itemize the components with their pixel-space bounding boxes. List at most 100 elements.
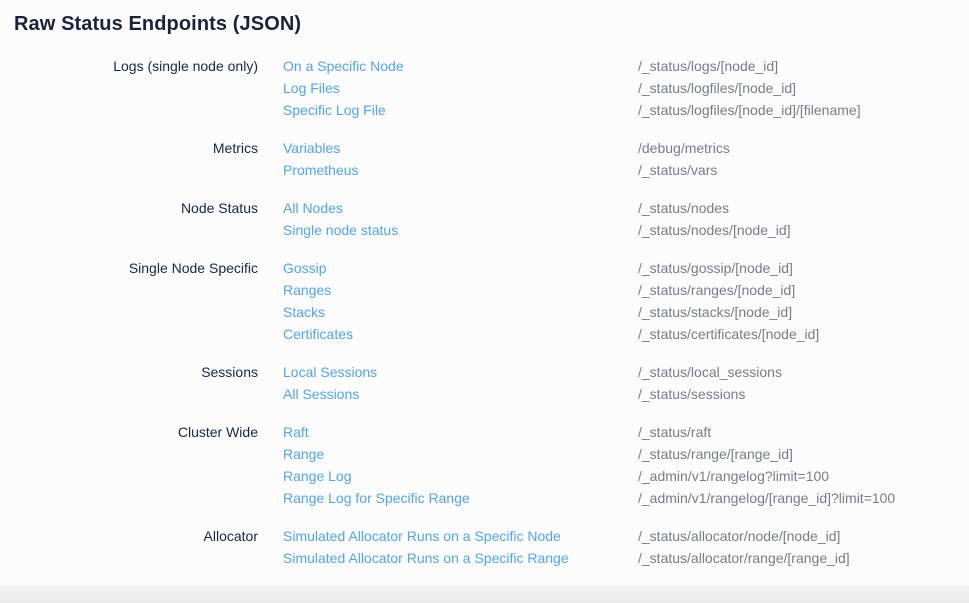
endpoint-path: /_status/gossip/[node_id] — [638, 257, 953, 279]
page-title: Raw Status Endpoints (JSON) — [14, 12, 953, 36]
endpoint-row: Prometheus /_status/vars — [14, 159, 953, 181]
endpoint-link[interactable]: Raft — [283, 424, 309, 440]
endpoint-path: /_status/ranges/[node_id] — [638, 279, 953, 301]
endpoint-link[interactable]: Gossip — [283, 260, 327, 276]
category-label: Cluster Wide — [14, 421, 258, 443]
endpoint-link-cell: Certificates — [258, 323, 638, 345]
endpoint-path: /_admin/v1/rangelog?limit=100 — [638, 465, 953, 487]
endpoint-path: /_status/logfiles/[node_id] — [638, 77, 953, 99]
category-label — [14, 323, 258, 345]
endpoints-table: Logs (single node only) On a Specific No… — [14, 55, 953, 569]
endpoint-group: Node Status All Nodes /_status/nodes Sin… — [14, 197, 953, 241]
endpoint-link[interactable]: Range Log — [283, 468, 352, 484]
endpoint-link-cell: Simulated Allocator Runs on a Specific N… — [258, 525, 638, 547]
endpoint-link[interactable]: Prometheus — [283, 162, 358, 178]
endpoint-link[interactable]: Range Log for Specific Range — [283, 490, 470, 506]
endpoint-link[interactable]: Stacks — [283, 304, 325, 320]
endpoint-link-cell: Raft — [258, 421, 638, 443]
endpoint-path: /_status/logs/[node_id] — [638, 55, 953, 77]
endpoint-path: /_status/logfiles/[node_id]/[filename] — [638, 99, 953, 121]
endpoint-link[interactable]: On a Specific Node — [283, 58, 404, 74]
endpoint-row: Node Status All Nodes /_status/nodes — [14, 197, 953, 219]
category-label — [14, 301, 258, 323]
endpoint-group: Single Node Specific Gossip /_status/gos… — [14, 257, 953, 345]
endpoint-link-cell: Gossip — [258, 257, 638, 279]
endpoint-link-cell: Local Sessions — [258, 361, 638, 383]
endpoint-link-cell: All Nodes — [258, 197, 638, 219]
endpoint-path: /_status/certificates/[node_id] — [638, 323, 953, 345]
category-label: Node Status — [14, 197, 258, 219]
endpoint-link-cell: Prometheus — [258, 159, 638, 181]
footer-bar — [0, 586, 969, 603]
endpoint-row: Single node status /_status/nodes/[node_… — [14, 219, 953, 241]
endpoint-row: Range Log for Specific Range /_admin/v1/… — [14, 487, 953, 509]
endpoint-link[interactable]: Log Files — [283, 80, 340, 96]
endpoint-row: Stacks /_status/stacks/[node_id] — [14, 301, 953, 323]
category-label — [14, 547, 258, 569]
endpoint-path: /_status/range/[range_id] — [638, 443, 953, 465]
endpoint-row: Range /_status/range/[range_id] — [14, 443, 953, 465]
endpoint-row: Specific Log File /_status/logfiles/[nod… — [14, 99, 953, 121]
endpoint-link-cell: Simulated Allocator Runs on a Specific R… — [258, 547, 638, 569]
endpoint-group: Allocator Simulated Allocator Runs on a … — [14, 525, 953, 569]
endpoint-path: /_status/nodes/[node_id] — [638, 219, 953, 241]
endpoint-link[interactable]: All Sessions — [283, 386, 359, 402]
endpoint-link[interactable]: Range — [283, 446, 324, 462]
endpoint-link[interactable]: Certificates — [283, 326, 353, 342]
endpoint-link[interactable]: Local Sessions — [283, 364, 377, 380]
endpoint-link-cell: Stacks — [258, 301, 638, 323]
endpoint-link-cell: Single node status — [258, 219, 638, 241]
endpoint-link-cell: On a Specific Node — [258, 55, 638, 77]
endpoint-link[interactable]: Simulated Allocator Runs on a Specific N… — [283, 528, 561, 544]
category-label — [14, 279, 258, 301]
endpoint-link-cell: Ranges — [258, 279, 638, 301]
endpoint-link[interactable]: Single node status — [283, 222, 398, 238]
endpoint-row: Metrics Variables /debug/metrics — [14, 137, 953, 159]
endpoint-path: /_admin/v1/rangelog/[range_id]?limit=100 — [638, 487, 953, 509]
endpoint-path: /_status/stacks/[node_id] — [638, 301, 953, 323]
endpoint-link[interactable]: Simulated Allocator Runs on a Specific R… — [283, 550, 569, 566]
category-label: Logs (single node only) — [14, 55, 258, 77]
endpoint-path: /_status/nodes — [638, 197, 953, 219]
category-label — [14, 383, 258, 405]
category-label — [14, 99, 258, 121]
endpoint-row: Ranges /_status/ranges/[node_id] — [14, 279, 953, 301]
endpoint-path: /_status/allocator/node/[node_id] — [638, 525, 953, 547]
endpoint-row: Cluster Wide Raft /_status/raft — [14, 421, 953, 443]
endpoint-link[interactable]: All Nodes — [283, 200, 343, 216]
endpoint-group: Logs (single node only) On a Specific No… — [14, 55, 953, 121]
category-label — [14, 465, 258, 487]
endpoint-row: Single Node Specific Gossip /_status/gos… — [14, 257, 953, 279]
endpoint-group: Cluster Wide Raft /_status/raft Range /_… — [14, 421, 953, 509]
endpoint-row: Sessions Local Sessions /_status/local_s… — [14, 361, 953, 383]
category-label: Sessions — [14, 361, 258, 383]
endpoint-row: Certificates /_status/certificates/[node… — [14, 323, 953, 345]
endpoint-link-cell: All Sessions — [258, 383, 638, 405]
category-label — [14, 159, 258, 181]
category-label: Allocator — [14, 525, 258, 547]
endpoint-group: Metrics Variables /debug/metrics Prometh… — [14, 137, 953, 181]
endpoint-row: Logs (single node only) On a Specific No… — [14, 55, 953, 77]
endpoint-link-cell: Log Files — [258, 77, 638, 99]
category-label: Single Node Specific — [14, 257, 258, 279]
endpoint-row: Log Files /_status/logfiles/[node_id] — [14, 77, 953, 99]
category-label — [14, 219, 258, 241]
endpoint-path: /_status/raft — [638, 421, 953, 443]
endpoint-path: /debug/metrics — [638, 137, 953, 159]
category-label — [14, 443, 258, 465]
endpoint-path: /_status/local_sessions — [638, 361, 953, 383]
endpoint-link[interactable]: Variables — [283, 140, 340, 156]
endpoint-link-cell: Variables — [258, 137, 638, 159]
endpoint-row: Range Log /_admin/v1/rangelog?limit=100 — [14, 465, 953, 487]
category-label — [14, 77, 258, 99]
endpoint-link-cell: Specific Log File — [258, 99, 638, 121]
endpoint-link-cell: Range Log — [258, 465, 638, 487]
debug-page: Raw Status Endpoints (JSON) Logs (single… — [0, 0, 969, 603]
category-label — [14, 487, 258, 509]
endpoint-link-cell: Range Log for Specific Range — [258, 487, 638, 509]
endpoint-link[interactable]: Specific Log File — [283, 102, 386, 118]
endpoint-link[interactable]: Ranges — [283, 282, 331, 298]
category-label: Metrics — [14, 137, 258, 159]
endpoint-path: /_status/vars — [638, 159, 953, 181]
endpoint-group: Sessions Local Sessions /_status/local_s… — [14, 361, 953, 405]
